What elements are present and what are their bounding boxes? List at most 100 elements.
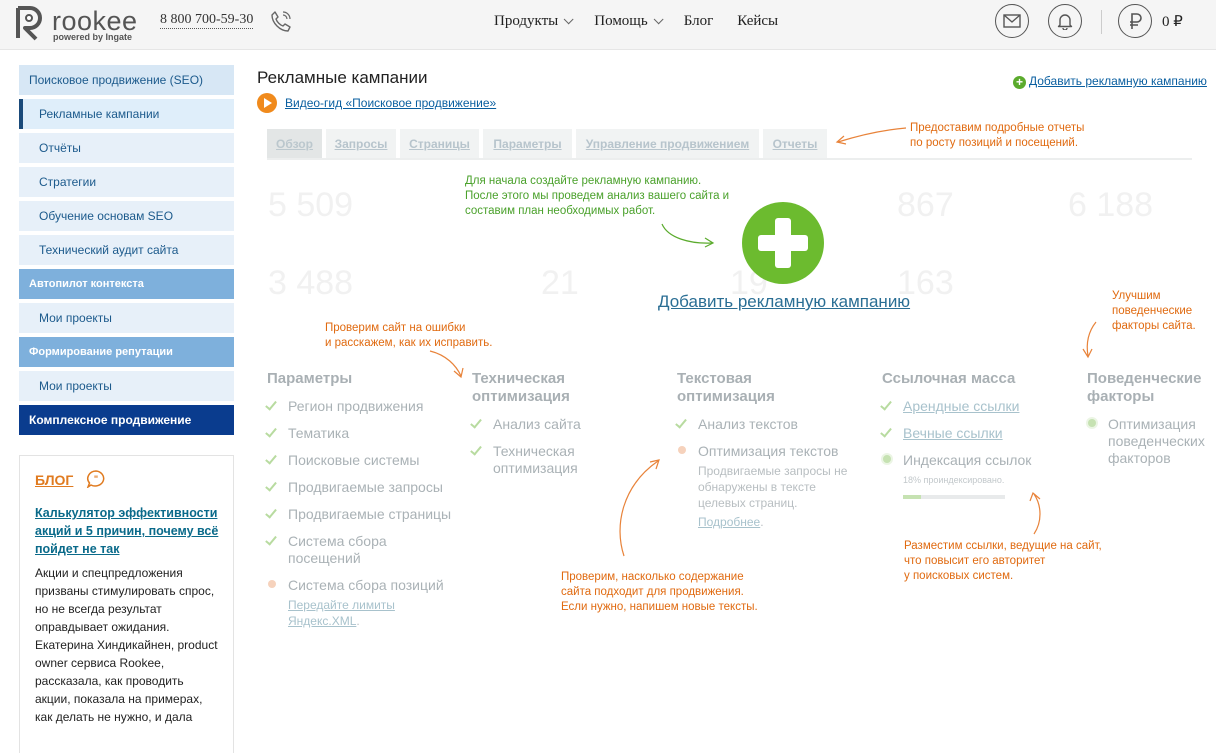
nav-products-label: Продукты — [494, 13, 559, 29]
nav-blog[interactable]: Блог — [684, 13, 714, 30]
annotation-behavior: Улучшим поведенческие факторы сайта. — [1112, 290, 1196, 332]
feature-item: Арендные ссылки — [880, 398, 1052, 415]
ghost-stat: 5 509 — [268, 186, 354, 224]
column-links: Ссылочная масса Арендные ссылки Вечные с… — [880, 370, 1052, 499]
sidebar-item-campaigns[interactable]: Рекламные кампании — [19, 99, 234, 129]
tab-reports[interactable]: Отчеты — [763, 129, 827, 158]
ghost-stat: 3 488 — [268, 264, 354, 302]
sidebar-section-reputation[interactable]: Формирование репутации — [19, 337, 234, 367]
tab-label: Обзор — [276, 136, 313, 151]
progress-fill — [903, 495, 922, 499]
blog-widget: БЛОГ " Калькулятор эффективности акций и… — [19, 455, 234, 753]
sidebar-item-label: Автопилот контекста — [29, 278, 144, 290]
sidebar-item-my-projects[interactable]: Мои проекты — [19, 303, 234, 333]
feature-label: Анализ сайта — [493, 416, 581, 432]
pending-dot-icon — [678, 446, 686, 454]
rookee-logo[interactable]: rookee powered by Ingate — [12, 4, 142, 44]
tab-pages[interactable]: Страницы — [400, 129, 479, 158]
feature-item: Вечные ссылки — [880, 425, 1052, 442]
logo-subtitle: powered by Ingate — [53, 32, 133, 42]
rental-links-link[interactable]: Арендные ссылки — [903, 398, 1019, 414]
nav-products[interactable]: Продукты — [494, 13, 574, 30]
sidebar-section-context[interactable]: Автопилот контекста — [19, 269, 234, 299]
sidebar-item-label: Обучение основам SEO — [39, 209, 174, 223]
nav-blog-label: Блог — [683, 13, 714, 29]
svg-text:": " — [94, 474, 98, 484]
feature-item: Техническая оптимизация — [470, 443, 612, 477]
speech-bubble-icon: " — [86, 470, 105, 488]
balance-amount[interactable]: 0 ₽ — [1162, 12, 1183, 31]
nav-cases-label: Кейсы — [737, 13, 779, 29]
annotation-links: Разместим ссылки, ведущие на сайт, что п… — [904, 540, 1102, 582]
feature-label: Оптимизация поведенческих факторов — [1108, 416, 1205, 466]
blog-title[interactable]: БЛОГ — [35, 472, 73, 488]
feature-item: Система сбора посещений — [265, 533, 457, 567]
sidebar-item-label: Мои проекты — [39, 379, 112, 393]
nav-cases[interactable]: Кейсы — [737, 13, 778, 30]
video-guide-link[interactable]: Видео-гид «Поисковое продвижение» — [285, 96, 496, 110]
notifications-button[interactable] — [1048, 4, 1082, 38]
check-icon — [265, 533, 277, 546]
play-icon[interactable] — [257, 93, 277, 113]
tab-queries[interactable]: Запросы — [326, 129, 396, 158]
annotation-reports: Предоставим подробные отчеты по росту по… — [910, 122, 1085, 149]
nav-help-label: Помощь — [594, 13, 648, 29]
sidebar-item-my-projects-reputation[interactable]: Мои проекты — [19, 371, 234, 401]
tab-overview[interactable]: Обзор — [267, 129, 322, 158]
ghost-stat: 21 — [541, 264, 579, 302]
tab-label: Отчеты — [772, 136, 818, 151]
sidebar-item-label: Технический аудит сайта — [39, 243, 179, 257]
header-divider — [1101, 10, 1102, 34]
plus-icon: + — [1013, 76, 1026, 89]
ruble-icon — [1130, 13, 1142, 29]
feature-label: Продвигаемые запросы — [288, 479, 443, 495]
more-link[interactable]: Подробнее — [698, 515, 760, 529]
sidebar-item-tech-audit[interactable]: Технический аудит сайта — [19, 235, 234, 265]
tab-promotion-management[interactable]: Управление продвижением — [576, 129, 759, 158]
feature-item: Система сбора позиций Передайте лимиты Я… — [267, 577, 457, 629]
add-campaign-top-link[interactable]: + Добавить рекламную кампанию — [1013, 74, 1207, 89]
tab-label: Запросы — [334, 136, 388, 151]
sidebar-section-complex[interactable]: Комплексное продвижение — [19, 405, 234, 435]
sidebar-item-seo-training[interactable]: Обучение основам SEO — [19, 201, 234, 231]
pass-limits-link[interactable]: Передайте лимиты Яндекс.XML — [288, 598, 395, 628]
phone-number[interactable]: 8 800 700-59-30 — [160, 12, 254, 29]
feature-note: Продвигаемые запросы не обнаружены в тек… — [698, 464, 848, 510]
column-title: Параметры — [267, 370, 353, 387]
sidebar-item-label: Стратегии — [39, 175, 97, 189]
page-title: Рекламные кампании — [257, 68, 428, 87]
phone-icon[interactable] — [268, 8, 294, 34]
permanent-links-link[interactable]: Вечные ссылки — [903, 425, 1003, 441]
feature-item: Анализ сайта — [470, 416, 612, 433]
sidebar-item-reports[interactable]: Отчёты — [19, 133, 234, 163]
column-behavior: Поведенческие факторы Оптимизация поведе… — [1086, 370, 1212, 467]
add-campaign-big-button[interactable] — [742, 202, 824, 284]
check-icon — [880, 398, 892, 411]
column-parameters: Параметры Регион продвижения Тематика По… — [265, 370, 457, 629]
sidebar-section-seo[interactable]: Поисковое продвижение (SEO) — [19, 65, 234, 95]
annotation-create-campaign: Для начала создайте рекламную кампанию. … — [465, 175, 730, 217]
arrow-icon — [661, 223, 715, 248]
tab-parameters[interactable]: Параметры — [483, 129, 572, 158]
rookee-logo-mark — [16, 6, 42, 41]
column-text: Текстовая оптимизация Анализ текстов Опт… — [675, 370, 857, 530]
sidebar-item-label: Поисковое продвижение (SEO) — [29, 73, 204, 87]
blog-post-excerpt: Акции и спецпредложения призваны стимули… — [35, 566, 218, 724]
arrow-icon — [1082, 321, 1097, 359]
nav-help[interactable]: Помощь — [594, 13, 664, 30]
blog-post-link[interactable]: Калькулятор эффективности акций и 5 прич… — [35, 504, 219, 558]
add-campaign-main-link[interactable]: Добавить рекламную кампанию — [658, 292, 910, 312]
feature-item: Поисковые системы — [265, 452, 457, 469]
sidebar-item-strategies[interactable]: Стратегии — [19, 167, 234, 197]
mail-button[interactable] — [995, 4, 1029, 38]
sidebar-item-label: Отчёты — [39, 141, 81, 155]
chevron-down-icon — [563, 14, 574, 25]
indexing-progress-bar — [903, 495, 1005, 499]
bell-icon — [1057, 14, 1073, 30]
balance-button[interactable] — [1118, 4, 1152, 38]
ghost-stat: 6 188 — [1068, 186, 1154, 224]
check-icon — [675, 416, 687, 429]
feature-item: Тематика — [265, 425, 457, 442]
feature-label: Система сбора позиций — [288, 577, 444, 593]
add-campaign-top-label: Добавить рекламную кампанию — [1029, 74, 1207, 88]
